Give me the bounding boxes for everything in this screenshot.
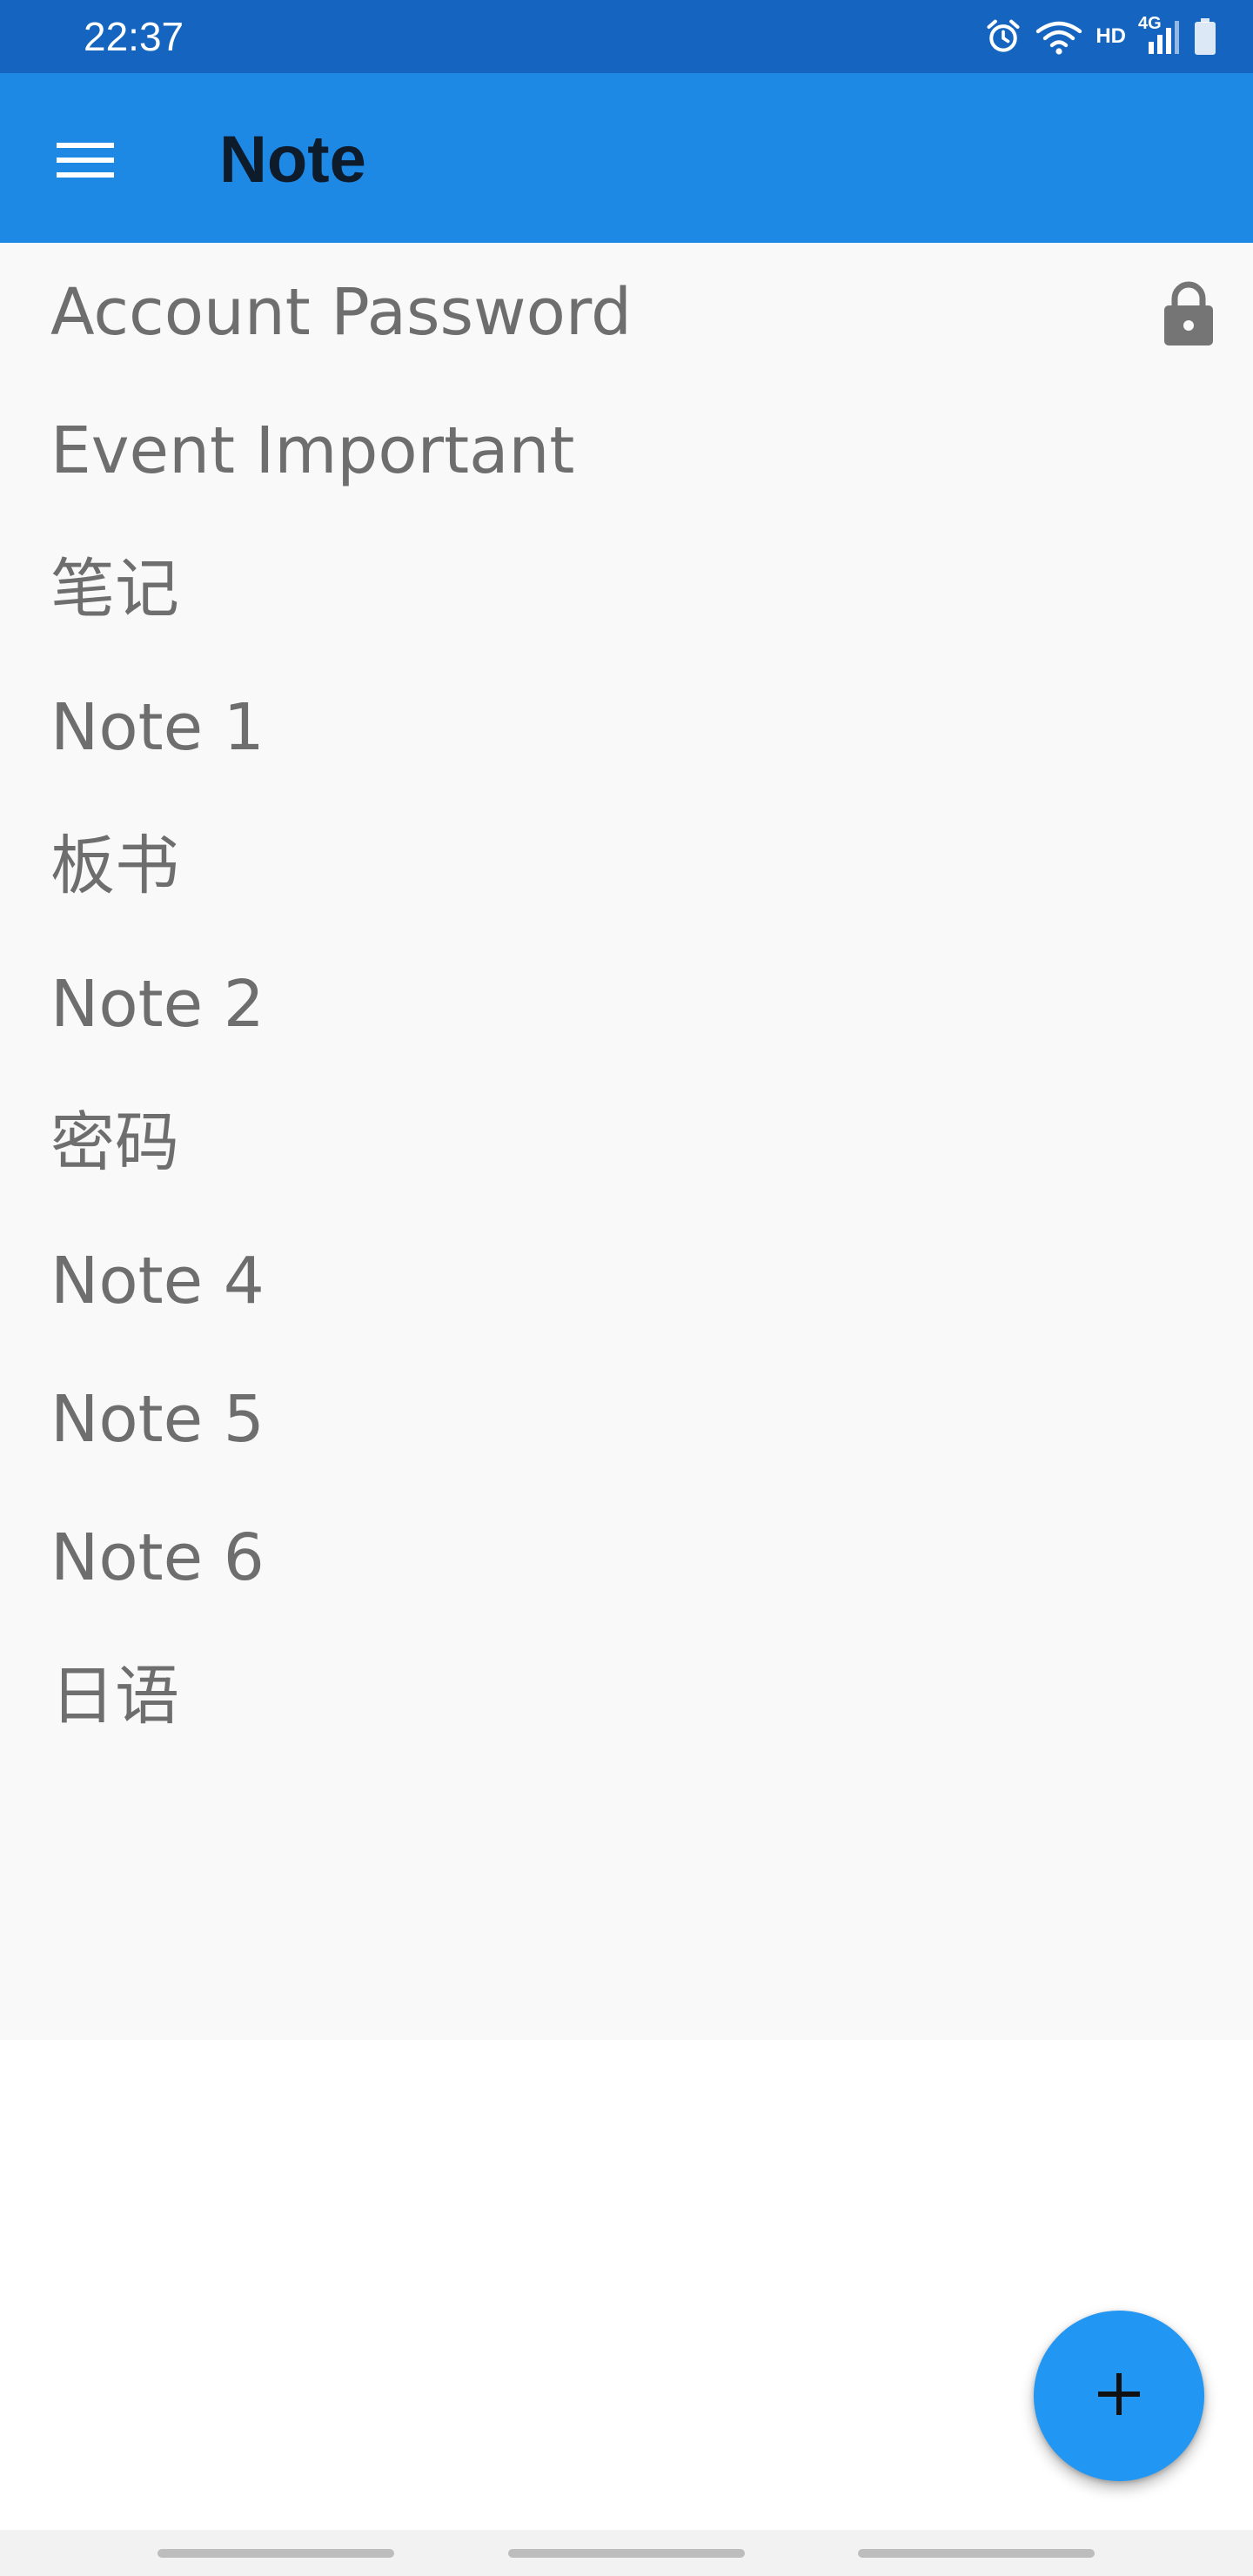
- note-item[interactable]: Account Password: [0, 243, 1253, 381]
- note-item[interactable]: 板书: [0, 796, 1253, 935]
- wifi-icon: [1035, 17, 1083, 56]
- plus-icon: [1093, 2368, 1145, 2424]
- note-title: Event Important: [50, 413, 575, 488]
- note-title: Note 1: [50, 690, 265, 765]
- notes-list: Account Password Event Important 笔记 Note…: [0, 243, 1253, 2040]
- hamburger-menu-icon: [57, 139, 114, 184]
- note-item[interactable]: Note 6: [0, 1488, 1253, 1627]
- note-item[interactable]: Note 2: [0, 935, 1253, 1073]
- note-item[interactable]: Event Important: [0, 381, 1253, 520]
- menu-button[interactable]: [38, 120, 132, 204]
- note-title: Note 2: [50, 967, 265, 1042]
- note-item[interactable]: 密码: [0, 1073, 1253, 1211]
- nav-recents-button[interactable]: [157, 2549, 394, 2558]
- app-bar: Note: [0, 73, 1253, 243]
- nav-home-button[interactable]: [508, 2549, 745, 2558]
- note-item[interactable]: Note 4: [0, 1211, 1253, 1350]
- status-time: 22:37: [84, 14, 184, 59]
- note-title: 密码: [50, 1105, 179, 1180]
- system-navigation-bar: [0, 2530, 1253, 2576]
- note-item[interactable]: 日语: [0, 1627, 1253, 1765]
- note-item[interactable]: Note 1: [0, 658, 1253, 796]
- note-title: 板书: [50, 828, 179, 903]
- note-title: Note 5: [50, 1382, 265, 1457]
- app-title: Note: [219, 123, 366, 197]
- note-title: 笔记: [50, 552, 179, 627]
- lock-icon: [1163, 278, 1215, 351]
- battery-icon: [1192, 17, 1218, 56]
- signal-icon: 4G: [1138, 14, 1180, 56]
- network-hd-label: HD: [1096, 24, 1126, 48]
- nav-back-button[interactable]: [858, 2549, 1095, 2558]
- note-item[interactable]: Note 5: [0, 1350, 1253, 1488]
- note-title: Note 4: [50, 1244, 265, 1318]
- alarm-icon: [984, 17, 1022, 56]
- add-note-button[interactable]: [1034, 2311, 1204, 2481]
- note-title: 日语: [50, 1659, 179, 1734]
- note-item[interactable]: 笔记: [0, 520, 1253, 658]
- note-title: Note 6: [50, 1520, 265, 1595]
- note-title: Account Password: [50, 275, 632, 350]
- status-icons: HD 4G: [984, 14, 1218, 59]
- status-bar: 22:37 HD 4G: [0, 0, 1253, 73]
